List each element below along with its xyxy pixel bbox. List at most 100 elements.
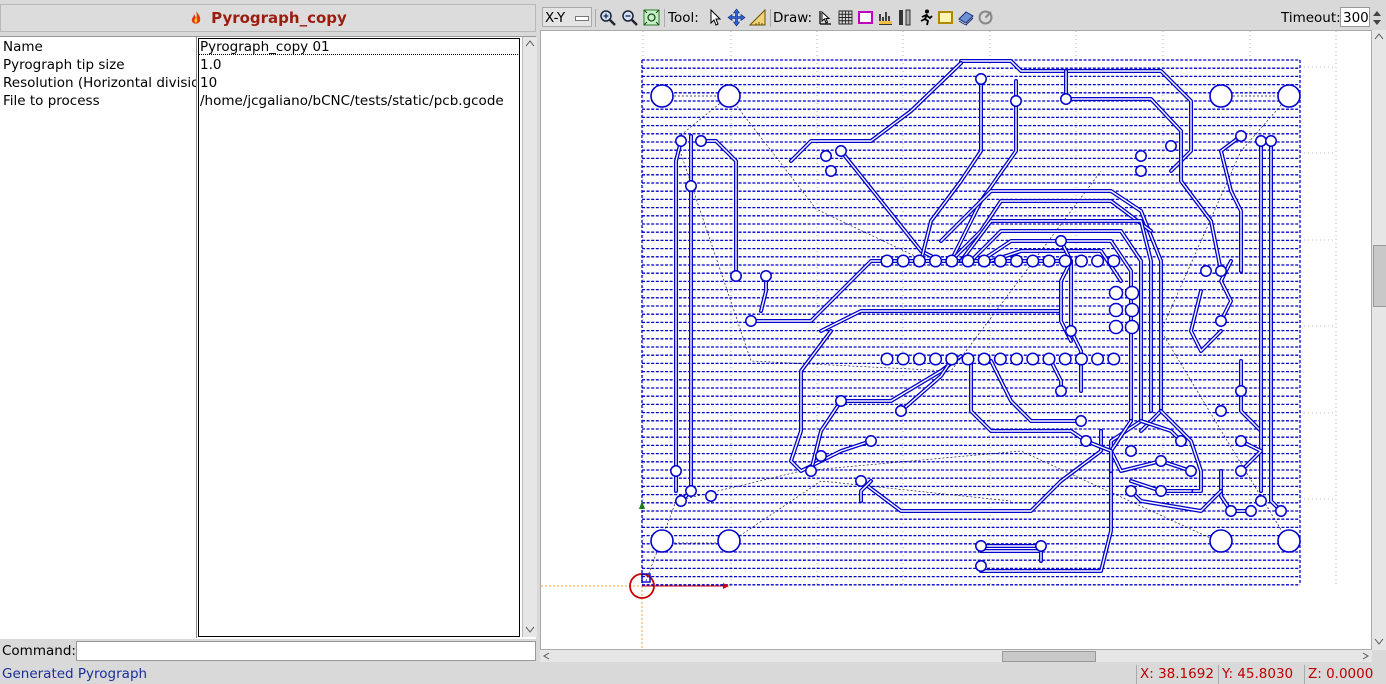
toolbar-separator: [664, 9, 665, 27]
tool-label: Tool:: [668, 10, 699, 26]
header-pad: [1124, 302, 1140, 318]
ic-pad: [1010, 352, 1024, 366]
toolbar-separator: [595, 9, 596, 27]
component-pad: [975, 73, 987, 85]
timeout-stepper-icon[interactable]: [1371, 8, 1383, 28]
component-pad: [975, 560, 987, 572]
trace-gap: [790, 62, 962, 162]
trace-gap: [970, 355, 1087, 442]
gcode-canvas[interactable]: [540, 30, 1372, 650]
scroll-thumb[interactable]: [1002, 651, 1096, 662]
x-coordinate: X: 38.1692: [1136, 665, 1220, 684]
pcb-toolpath-drawing[interactable]: [541, 31, 1372, 650]
ic-pad: [1107, 352, 1121, 366]
ic-pad: [977, 352, 991, 366]
component-pad: [1055, 235, 1067, 247]
component-pad: [865, 435, 877, 447]
scroll-down-icon[interactable]: [1374, 638, 1384, 646]
command-input[interactable]: [76, 641, 536, 661]
ic-pad: [1026, 254, 1040, 268]
timeout-spinbox[interactable]: 300: [1340, 7, 1370, 27]
pan-icon[interactable]: [727, 8, 746, 27]
mounting-hole: [717, 84, 741, 108]
zoom-out-icon[interactable]: [620, 8, 639, 27]
trace-gap: [1160, 410, 1202, 492]
rapid-icon[interactable]: [956, 8, 975, 27]
view-selector[interactable]: X-Y: [542, 7, 592, 27]
pointer-icon[interactable]: [816, 8, 835, 27]
ic-pad: [961, 352, 975, 366]
scroll-up-icon[interactable]: [1374, 32, 1384, 40]
grid-icon[interactable]: [836, 8, 855, 27]
component-pad: [760, 270, 772, 282]
scroll-thumb[interactable]: [1373, 245, 1386, 307]
camera-icon[interactable]: [936, 8, 955, 27]
scroll-down-icon[interactable]: [525, 626, 535, 634]
select-icon[interactable]: [706, 8, 725, 27]
canvas-horizontal-scrollbar[interactable]: [540, 650, 1372, 662]
ic-pad: [1042, 352, 1056, 366]
component-pad: [1125, 445, 1137, 457]
ic-pad: [993, 254, 1007, 268]
component-pad: [1235, 465, 1247, 477]
component-pad: [1165, 140, 1177, 152]
header-pad: [1108, 285, 1124, 301]
mounting-hole: [1277, 84, 1301, 108]
component-pad: [895, 405, 907, 417]
zoom-in-icon[interactable]: [598, 8, 617, 27]
canvas-vertical-scrollbar[interactable]: [1372, 30, 1386, 650]
ic-pad: [961, 254, 975, 268]
ic-pad: [896, 254, 910, 268]
component-pad: [1080, 435, 1092, 447]
zoom-fit-icon[interactable]: [642, 8, 661, 27]
ic-pad: [1026, 352, 1040, 366]
ic-pad: [945, 352, 959, 366]
component-pad: [695, 135, 707, 147]
mounting-hole: [650, 84, 674, 108]
ic-pad: [993, 352, 1007, 366]
paths-icon[interactable]: [976, 8, 995, 27]
component-pad: [1235, 435, 1247, 447]
ic-pad: [912, 352, 926, 366]
copper-trace: [789, 61, 963, 163]
value-column-frame: [198, 38, 520, 637]
component-pad: [1185, 465, 1197, 477]
ic-pad: [912, 254, 926, 268]
workarea-icon[interactable]: [916, 8, 935, 27]
ic-pad: [880, 254, 894, 268]
header-pad: [1108, 319, 1124, 335]
component-pad: [1215, 265, 1227, 277]
ic-pad: [1042, 254, 1056, 268]
ruler-icon[interactable]: [748, 8, 767, 27]
rapid-move: [662, 95, 922, 260]
component-pad: [705, 490, 717, 502]
margin-icon[interactable]: [856, 8, 875, 27]
mounting-hole: [1209, 84, 1233, 108]
component-pad: [1255, 135, 1267, 147]
ic-pad: [945, 254, 959, 268]
probe-icon[interactable]: [876, 8, 895, 27]
component-pad: [1225, 505, 1237, 517]
scroll-up-icon[interactable]: [525, 39, 535, 47]
component-pad: [1200, 265, 1212, 277]
component-pad: [730, 270, 742, 282]
ic-pad: [1010, 254, 1024, 268]
property-scrollbar[interactable]: [522, 37, 537, 637]
component-pad: [1075, 415, 1087, 427]
column-separator[interactable]: [196, 36, 197, 638]
scroll-right-icon[interactable]: [1362, 652, 1370, 660]
mounting-hole: [717, 529, 741, 553]
selected-cell-outline: [198, 38, 520, 55]
mounting-hole: [1277, 529, 1301, 553]
plugin-title-bar: Pyrograph_copy: [0, 4, 536, 32]
ic-pad: [1091, 352, 1105, 366]
property-label: Pyrograph tip size: [3, 57, 125, 73]
flame-icon: [191, 11, 201, 24]
x-axis-arrowhead: [723, 583, 729, 589]
ic-pad: [1058, 352, 1072, 366]
component-pad: [825, 165, 837, 177]
axes-icon[interactable]: [896, 8, 915, 27]
property-label: Resolution (Horizontal divisio: [3, 75, 197, 91]
component-pad: [1275, 505, 1287, 517]
scroll-left-icon[interactable]: [542, 652, 550, 660]
